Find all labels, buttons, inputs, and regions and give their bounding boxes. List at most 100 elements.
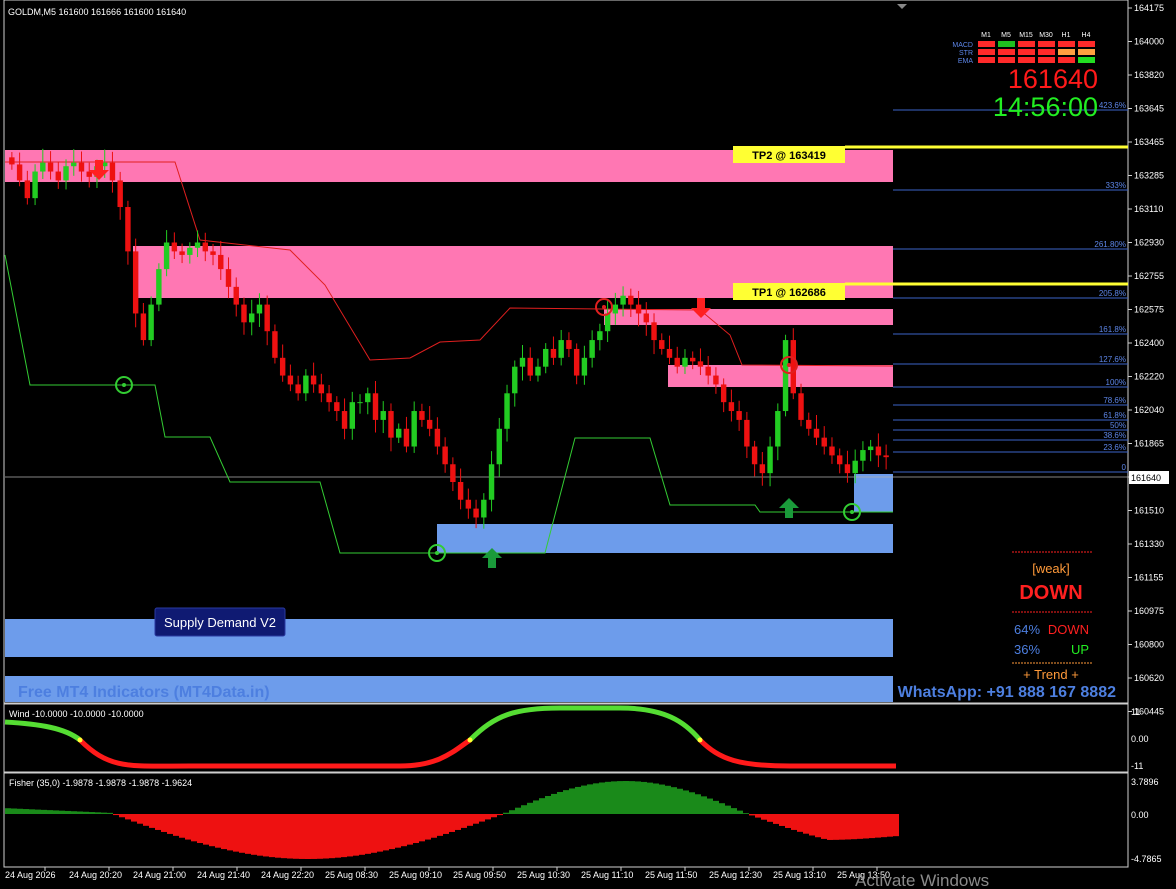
candle-body[interactable] — [71, 162, 77, 167]
candle-body[interactable] — [264, 304, 270, 332]
candle-body[interactable] — [705, 366, 711, 376]
candle-body[interactable] — [720, 384, 727, 403]
candle-body[interactable] — [156, 269, 162, 305]
candle-body[interactable] — [852, 460, 858, 474]
candle-body[interactable] — [310, 375, 317, 385]
candle-body[interactable] — [837, 455, 843, 465]
candle-body[interactable] — [604, 313, 611, 332]
candle-body[interactable] — [357, 402, 363, 404]
candle-body[interactable] — [581, 357, 588, 376]
demand-zone-3[interactable] — [5, 619, 893, 657]
candle-body[interactable] — [86, 171, 92, 177]
candle-body[interactable] — [573, 348, 580, 376]
candle-body[interactable] — [883, 455, 889, 458]
candle-body[interactable] — [194, 242, 201, 248]
candle-body[interactable] — [372, 393, 379, 420]
candle-body[interactable] — [241, 304, 247, 323]
candle-body[interactable] — [78, 162, 85, 172]
candle-body[interactable] — [666, 348, 673, 358]
candle-body[interactable] — [806, 419, 812, 429]
candle-body[interactable] — [775, 411, 781, 447]
candle-body[interactable] — [233, 286, 239, 305]
candle-body[interactable] — [659, 340, 665, 349]
candle-body[interactable] — [682, 357, 688, 367]
candle-body[interactable] — [612, 304, 619, 314]
candle-body[interactable] — [813, 428, 820, 438]
candle-body[interactable] — [40, 162, 46, 172]
candle-body[interactable] — [396, 428, 402, 438]
candle-body[interactable] — [782, 340, 789, 412]
candle-body[interactable] — [589, 340, 595, 358]
candle-body[interactable] — [488, 464, 495, 500]
candle-body[interactable] — [566, 340, 572, 349]
candle-body[interactable] — [349, 402, 355, 429]
candle-body[interactable] — [225, 269, 232, 287]
candle-body[interactable] — [16, 164, 23, 181]
candle-body[interactable] — [535, 366, 541, 376]
candle-body[interactable] — [32, 171, 38, 199]
candle-body[interactable] — [187, 247, 193, 255]
candle-body[interactable] — [388, 411, 394, 438]
candle-body[interactable] — [279, 357, 286, 376]
candle-body[interactable] — [829, 446, 835, 456]
candle-body[interactable] — [442, 446, 448, 465]
candle-body[interactable] — [318, 384, 325, 394]
candle-body[interactable] — [256, 304, 263, 314]
candle-body[interactable] — [550, 348, 557, 358]
candle-body[interactable] — [697, 361, 704, 367]
candle-body[interactable] — [635, 304, 642, 314]
candle-body[interactable] — [473, 508, 479, 518]
trading-chart[interactable]: 423.6% 333% 261.80% 205.8% 161.8% 127.6% 100% 7… — [0, 0, 1176, 889]
scroll-marker-icon[interactable] — [897, 4, 907, 9]
candle-body[interactable] — [744, 419, 750, 447]
candle-body[interactable] — [125, 207, 131, 252]
candle-body[interactable] — [543, 348, 549, 367]
candle-body[interactable] — [504, 393, 510, 429]
candle-body[interactable] — [651, 322, 657, 341]
candle-body[interactable] — [465, 499, 472, 509]
candle-body[interactable] — [821, 437, 827, 447]
candle-body[interactable] — [24, 180, 31, 199]
candle-body[interactable] — [674, 357, 680, 367]
candle-body[interactable] — [751, 446, 758, 465]
candle-body[interactable] — [496, 428, 502, 465]
candle-body[interactable] — [326, 393, 332, 403]
candle-body[interactable] — [844, 464, 851, 474]
candle-body[interactable] — [55, 171, 61, 181]
candle-body[interactable] — [334, 402, 340, 412]
candle-body[interactable] — [380, 411, 386, 420]
candle-body[interactable] — [148, 304, 154, 341]
candle-body[interactable] — [411, 411, 417, 447]
candle-body[interactable] — [365, 393, 371, 403]
candle-body[interactable] — [628, 295, 634, 305]
candle-body[interactable] — [759, 464, 766, 474]
candle-body[interactable] — [457, 482, 464, 500]
candle-body[interactable] — [790, 340, 796, 394]
candle-body[interactable] — [249, 313, 255, 323]
candle-body[interactable] — [597, 331, 603, 341]
candle-body[interactable] — [132, 251, 139, 314]
candle-body[interactable] — [403, 428, 410, 447]
candlestick-series[interactable] — [9, 148, 889, 529]
candle-body[interactable] — [728, 402, 735, 412]
candle-body[interactable] — [179, 251, 185, 255]
candle-body[interactable] — [713, 375, 719, 385]
candle-body[interactable] — [117, 180, 123, 208]
candle-body[interactable] — [798, 393, 804, 420]
candle-body[interactable] — [9, 157, 15, 165]
candle-body[interactable] — [512, 366, 518, 394]
candle-body[interactable] — [109, 162, 116, 181]
candle-body[interactable] — [867, 446, 874, 451]
candle-body[interactable] — [63, 166, 69, 181]
candle-body[interactable] — [519, 357, 526, 367]
candle-body[interactable] — [341, 411, 348, 429]
candle-body[interactable] — [736, 411, 742, 420]
candle-body[interactable] — [767, 446, 773, 474]
supply-zone-4[interactable] — [668, 365, 893, 387]
candle-body[interactable] — [163, 242, 170, 270]
candle-body[interactable] — [287, 375, 294, 385]
candle-body[interactable] — [419, 411, 425, 420]
demand-zone-1[interactable] — [854, 474, 893, 512]
candle-body[interactable] — [426, 419, 433, 429]
candle-body[interactable] — [202, 242, 208, 252]
